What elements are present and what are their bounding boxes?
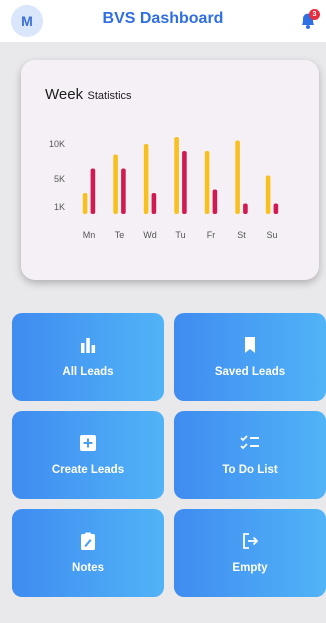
bar <box>273 203 279 214</box>
tile-label: Create Leads <box>51 464 125 476</box>
tile-label: To Do List <box>222 464 278 476</box>
x-tick-label: St <box>237 230 246 240</box>
tile-label: Notes <box>72 562 104 574</box>
tile-label: All Leads <box>62 366 114 378</box>
week-bar-chart: 10K 5K 1K Mn Te Wd Tu Fr St Su <box>49 137 279 240</box>
add-box-icon <box>12 433 164 455</box>
bar <box>204 151 210 214</box>
y-tick-label: 1K <box>54 202 65 212</box>
empty-button[interactable]: Empty <box>174 509 326 597</box>
notes-button[interactable]: Notes <box>12 509 164 597</box>
y-tick-label: 5K <box>54 174 65 184</box>
x-tick-label: Fr <box>207 230 216 240</box>
bar <box>212 189 218 214</box>
create-leads-button[interactable]: Create Leads <box>12 411 164 499</box>
logout-icon <box>174 531 326 553</box>
bookmark-icon <box>174 335 326 357</box>
checklist-icon <box>174 433 326 455</box>
bar <box>182 151 187 214</box>
app-bar: M BVS Dashboard 3 <box>0 0 326 42</box>
note-edit-icon <box>12 531 164 553</box>
saved-leads-button[interactable]: Saved Leads <box>174 313 326 401</box>
bar <box>90 168 96 214</box>
to-do-list-button[interactable]: To Do List <box>174 411 326 499</box>
bar <box>174 137 179 214</box>
x-tick-label: Su <box>266 230 277 240</box>
x-tick-label: Mn <box>83 230 96 240</box>
bar-chart-icon <box>12 335 164 357</box>
bar <box>151 193 157 214</box>
bar <box>243 203 248 214</box>
bar <box>82 193 88 214</box>
tile-label: Empty <box>232 562 268 574</box>
y-tick-label: 10K <box>49 139 65 149</box>
action-grid: All Leads Saved Leads Create Leads To Do… <box>12 313 326 605</box>
bar <box>235 140 240 214</box>
bar <box>121 168 126 214</box>
notification-bell-icon[interactable]: 3 <box>298 9 320 31</box>
x-tick-label: Te <box>115 230 125 240</box>
notification-badge: 3 <box>309 9 320 20</box>
x-tick-label: Wd <box>143 230 157 240</box>
tile-label: Saved Leads <box>214 366 286 378</box>
x-tick-label: Tu <box>175 230 185 240</box>
all-leads-button[interactable]: All Leads <box>12 313 164 401</box>
bar <box>113 154 118 214</box>
page-title: BVS Dashboard <box>102 10 224 27</box>
week-statistics-card: Week Statistics 10K 5K 1K Mn Te Wd Tu Fr St Su <box>21 60 319 280</box>
bar <box>265 175 271 214</box>
bar <box>143 144 149 214</box>
